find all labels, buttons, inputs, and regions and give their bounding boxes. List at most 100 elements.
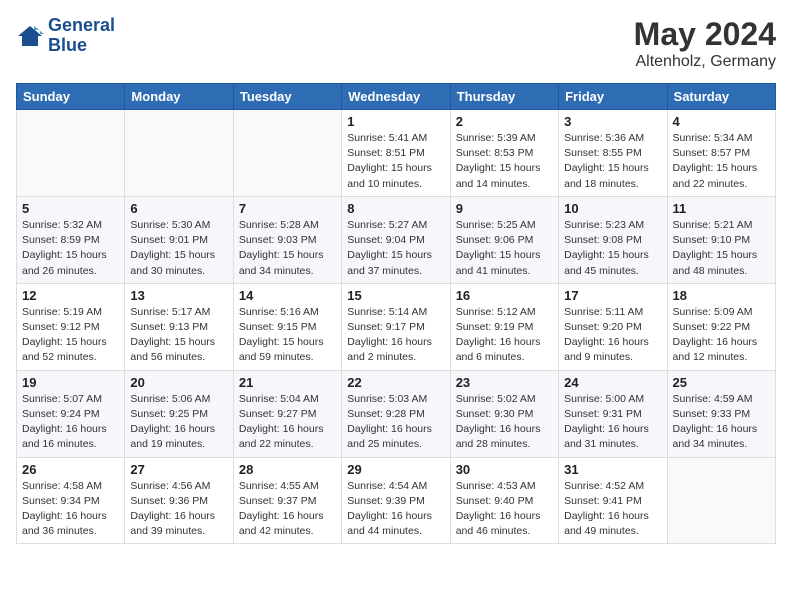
calendar-cell: 23 Sunrise: 5:02 AMSunset: 9:30 PMDayligh… [450,370,558,457]
calendar-cell: 7 Sunrise: 5:28 AMSunset: 9:03 PMDaylight… [233,196,341,283]
day-number: 6 [130,201,227,216]
calendar-cell: 3 Sunrise: 5:36 AMSunset: 8:55 PMDaylight… [559,110,667,197]
calendar-cell: 13Sunrise: 5:17 AMSunset: 9:13 PMDayligh… [125,283,233,370]
calendar-week-row: 1Sunrise: 5:41 AMSunset: 8:51 PMDaylight… [17,110,776,197]
day-number: 20 [130,375,227,390]
day-info: Sunrise: 5:19 AMSunset: 9:12 PMDaylight:… [22,305,119,366]
weekday-header: Wednesday [342,84,450,110]
calendar-cell: 26Sunrise: 4:58 AMSunset: 9:34 PMDayligh… [17,457,125,544]
calendar-week-row: 5 Sunrise: 5:32 AMSunset: 8:59 PMDaylight… [17,196,776,283]
day-info: Sunrise: 4:52 AMSunset: 9:41 PMDaylight:… [564,479,661,540]
calendar-cell: 16Sunrise: 5:12 AMSunset: 9:19 PMDayligh… [450,283,558,370]
day-number: 27 [130,462,227,477]
calendar-cell: 28Sunrise: 4:55 AMSunset: 9:37 PMDayligh… [233,457,341,544]
day-number: 13 [130,288,227,303]
day-number: 19 [22,375,119,390]
day-info: Sunrise: 5:02 AMSunset: 9:30 PMDaylight:… [456,392,553,453]
weekday-header-row: SundayMondayTuesdayWednesdayThursdayFrid… [17,84,776,110]
calendar-cell: 1Sunrise: 5:41 AMSunset: 8:51 PMDaylight… [342,110,450,197]
day-number: 12 [22,288,119,303]
day-info: Sunrise: 5:34 AMSunset: 8:57 PMDaylight:… [673,131,770,192]
calendar-cell: 12 Sunrise: 5:19 AMSunset: 9:12 PMDayligh… [17,283,125,370]
logo-line1: General [48,16,115,36]
calendar-cell: 22 Sunrise: 5:03 AMSunset: 9:28 PMDayligh… [342,370,450,457]
logo-line2: Blue [48,36,115,56]
weekday-header: Thursday [450,84,558,110]
day-info: Sunrise: 5:03 AMSunset: 9:28 PMDaylight:… [347,392,444,453]
day-info: Sunrise: 5:23 AMSunset: 9:08 PMDaylight:… [564,218,661,279]
calendar-cell [17,110,125,197]
calendar-cell: 25Sunrise: 4:59 AMSunset: 9:33 PMDayligh… [667,370,775,457]
calendar-cell: 18 Sunrise: 5:09 AMSunset: 9:22 PMDayligh… [667,283,775,370]
calendar-week-row: 19 Sunrise: 5:07 AMSunset: 9:24 PMDayligh… [17,370,776,457]
calendar-cell: 19 Sunrise: 5:07 AMSunset: 9:24 PMDayligh… [17,370,125,457]
calendar-cell: 11 Sunrise: 5:21 AMSunset: 9:10 PMDayligh… [667,196,775,283]
weekday-header: Saturday [667,84,775,110]
weekday-header: Tuesday [233,84,341,110]
day-info: Sunrise: 4:53 AMSunset: 9:40 PMDaylight:… [456,479,553,540]
day-number: 5 [22,201,119,216]
calendar-week-row: 26Sunrise: 4:58 AMSunset: 9:34 PMDayligh… [17,457,776,544]
month-year: May 2024 [634,16,776,53]
calendar-cell: 27 Sunrise: 4:56 AMSunset: 9:36 PMDayligh… [125,457,233,544]
calendar-cell: 24Sunrise: 5:00 AMSunset: 9:31 PMDayligh… [559,370,667,457]
day-number: 18 [673,288,770,303]
day-info: Sunrise: 5:39 AMSunset: 8:53 PMDaylight:… [456,131,553,192]
day-info: Sunrise: 5:07 AMSunset: 9:24 PMDaylight:… [22,392,119,453]
day-number: 14 [239,288,336,303]
day-info: Sunrise: 5:14 AMSunset: 9:17 PMDaylight:… [347,305,444,366]
calendar-cell [125,110,233,197]
calendar-week-row: 12 Sunrise: 5:19 AMSunset: 9:12 PMDayligh… [17,283,776,370]
day-info: Sunrise: 5:41 AMSunset: 8:51 PMDaylight:… [347,131,444,192]
calendar-cell: 5 Sunrise: 5:32 AMSunset: 8:59 PMDaylight… [17,196,125,283]
day-number: 3 [564,114,661,129]
day-info: Sunrise: 5:28 AMSunset: 9:03 PMDaylight:… [239,218,336,279]
calendar-cell: 9Sunrise: 5:25 AMSunset: 9:06 PMDaylight… [450,196,558,283]
day-number: 2 [456,114,553,129]
day-info: Sunrise: 5:27 AMSunset: 9:04 PMDaylight:… [347,218,444,279]
calendar-cell: 30 Sunrise: 4:53 AMSunset: 9:40 PMDayligh… [450,457,558,544]
day-number: 29 [347,462,444,477]
location: Altenholz, Germany [634,53,776,71]
logo: General Blue [16,16,115,56]
calendar-cell: 15 Sunrise: 5:14 AMSunset: 9:17 PMDayligh… [342,283,450,370]
day-info: Sunrise: 5:32 AMSunset: 8:59 PMDaylight:… [22,218,119,279]
day-number: 7 [239,201,336,216]
weekday-header: Sunday [17,84,125,110]
day-info: Sunrise: 5:21 AMSunset: 9:10 PMDaylight:… [673,218,770,279]
calendar-cell: 10 Sunrise: 5:23 AMSunset: 9:08 PMDayligh… [559,196,667,283]
day-info: Sunrise: 5:25 AMSunset: 9:06 PMDaylight:… [456,218,553,279]
day-number: 23 [456,375,553,390]
day-number: 11 [673,201,770,216]
calendar-cell: 6Sunrise: 5:30 AMSunset: 9:01 PMDaylight… [125,196,233,283]
day-number: 31 [564,462,661,477]
day-number: 21 [239,375,336,390]
day-info: Sunrise: 5:04 AMSunset: 9:27 PMDaylight:… [239,392,336,453]
day-number: 24 [564,375,661,390]
day-info: Sunrise: 5:09 AMSunset: 9:22 PMDaylight:… [673,305,770,366]
calendar-cell: 31 Sunrise: 4:52 AMSunset: 9:41 PMDayligh… [559,457,667,544]
day-number: 28 [239,462,336,477]
day-info: Sunrise: 5:11 AMSunset: 9:20 PMDaylight:… [564,305,661,366]
day-number: 22 [347,375,444,390]
page-header: General Blue May 2024 Altenholz, Germany [16,16,776,71]
calendar-cell [233,110,341,197]
day-info: Sunrise: 5:06 AMSunset: 9:25 PMDaylight:… [130,392,227,453]
day-info: Sunrise: 4:56 AMSunset: 9:36 PMDaylight:… [130,479,227,540]
calendar-table: SundayMondayTuesdayWednesdayThursdayFrid… [16,83,776,544]
day-number: 26 [22,462,119,477]
weekday-header: Friday [559,84,667,110]
weekday-header: Monday [125,84,233,110]
calendar-cell: 2 Sunrise: 5:39 AMSunset: 8:53 PMDaylight… [450,110,558,197]
day-info: Sunrise: 5:36 AMSunset: 8:55 PMDaylight:… [564,131,661,192]
day-number: 16 [456,288,553,303]
calendar-cell [667,457,775,544]
calendar-cell: 21 Sunrise: 5:04 AMSunset: 9:27 PMDayligh… [233,370,341,457]
day-number: 15 [347,288,444,303]
title-block: May 2024 Altenholz, Germany [634,16,776,71]
day-number: 10 [564,201,661,216]
day-info: Sunrise: 4:59 AMSunset: 9:33 PMDaylight:… [673,392,770,453]
day-info: Sunrise: 4:54 AMSunset: 9:39 PMDaylight:… [347,479,444,540]
day-number: 30 [456,462,553,477]
calendar-cell: 29 Sunrise: 4:54 AMSunset: 9:39 PMDayligh… [342,457,450,544]
